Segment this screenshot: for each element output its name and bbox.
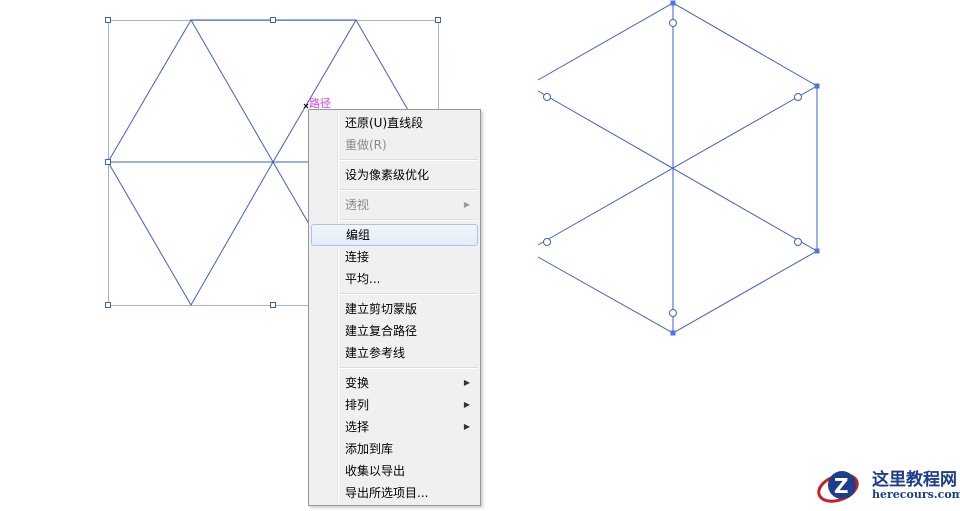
menu-item[interactable]: 建立剪切蒙版 [311,298,478,320]
menu-item[interactable]: 设为像素级优化 [311,164,478,186]
menu-item-label: 导出所选项目... [345,486,429,500]
menu-item-label: 排列 [345,398,370,412]
menu-item-label: 编组 [346,228,371,242]
menu-item[interactable]: 重做(R) [311,134,478,156]
submenu-arrow-icon: ▶ [463,200,470,209]
menu-item-label: 设为像素级优化 [345,168,430,182]
menu-item[interactable]: 建立复合路径 [311,320,478,342]
menu-item-label: 变换 [345,376,370,390]
menu-item[interactable]: 变换 ▶ [311,372,478,394]
menu-item[interactable]: 还原(U)直线段 [311,112,478,134]
menu-separator [339,367,478,369]
menu-item[interactable]: 编组 [311,224,478,246]
menu-item[interactable]: 导出所选项目... [311,482,478,504]
menu-item-label: 添加到库 [345,442,394,456]
menu-item[interactable]: 排列 ▶ [311,394,478,416]
submenu-arrow-icon: ▶ [463,422,470,431]
menu-item[interactable]: 收集以导出 [311,460,478,482]
hexagon-anchor-points[interactable] [670,0,820,336]
watermark-name: 这里教程网 [872,470,957,490]
watermark-url: herecours.com [872,488,960,501]
menu-item-label: 透视 [345,198,370,212]
menu-item[interactable]: 选择 ▶ [311,416,478,438]
hexagon-shape[interactable] [537,2,818,334]
menu-item[interactable]: 平均... [311,268,478,290]
submenu-arrow-icon: ▶ [463,378,470,387]
menu-item[interactable]: 添加到库 [311,438,478,460]
menu-item-label: 建立参考线 [345,346,406,360]
menu-separator [339,189,478,191]
watermark-logo: Z 这里教程网 herecours.com [812,462,960,507]
menu-item-label: 选择 [345,420,370,434]
submenu-arrow-icon: ▶ [463,400,470,409]
menu-item[interactable]: 连接 [311,246,478,268]
menu-item[interactable]: 建立参考线 [311,342,478,364]
menu-item-label: 重做(R) [345,138,387,152]
menu-item-label: 收集以导出 [345,464,406,478]
menu-separator [339,159,478,161]
logo-z-icon: Z [817,471,859,503]
menu-separator [339,293,478,295]
menu-item-label: 连接 [345,250,370,264]
menu-item-label: 还原(U)直线段 [345,116,424,130]
menu-separator [339,219,478,221]
menu-item-label: 建立剪切蒙版 [345,302,418,316]
menu-item-label: 建立复合路径 [345,324,418,338]
svg-text:Z: Z [834,474,849,498]
context-menu: 还原(U)直线段 重做(R) 设为像素级优化 透视 ▶ 编组连接平均... 建立剪切蒙版 建立… [308,109,481,506]
menu-item[interactable]: 透视 ▶ [311,194,478,216]
menu-item-label: 平均... [345,272,381,286]
